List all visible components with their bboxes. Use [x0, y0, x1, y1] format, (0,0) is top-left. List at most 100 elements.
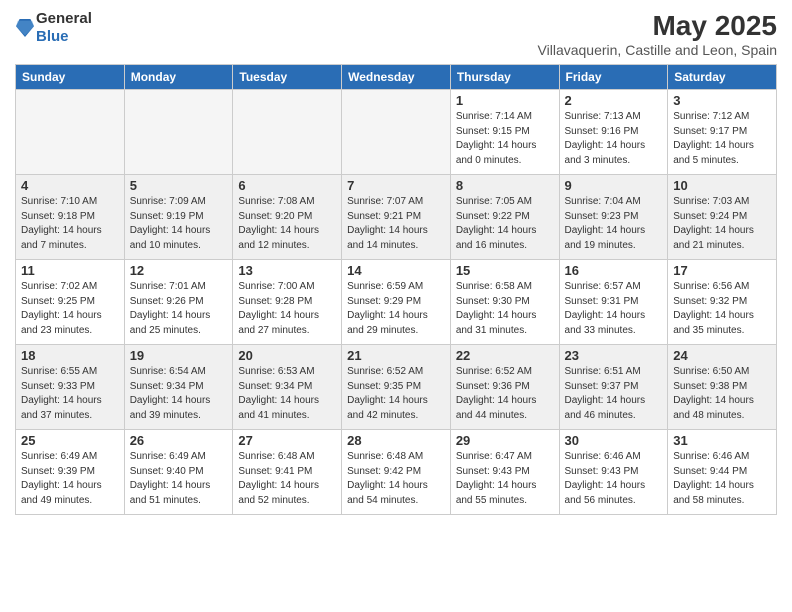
logo: General Blue — [15, 10, 92, 46]
calendar-day-cell: 17Sunrise: 6:56 AM Sunset: 9:32 PM Dayli… — [668, 260, 777, 345]
day-number: 11 — [21, 263, 119, 278]
calendar-day-cell: 18Sunrise: 6:55 AM Sunset: 9:33 PM Dayli… — [16, 345, 125, 430]
day-info: Sunrise: 7:04 AM Sunset: 9:23 PM Dayligh… — [565, 195, 663, 253]
day-number: 2 — [565, 93, 663, 108]
calendar-day-cell: 5 Sunrise: 7:09 AM Sunset: 9:19 PM Daylig… — [124, 175, 233, 260]
calendar-table: SundayMondayTuesdayWednesdayThursdayFrid… — [15, 64, 777, 515]
calendar-day-cell: 10 Sunrise: 7:03 AM Sunset: 9:24 PM Dayli… — [668, 175, 777, 260]
day-info: Sunrise: 6:50 AM Sunset: 9:38 PM Dayligh… — [673, 365, 771, 423]
title-block: May 2025 Villavaquerin, Castille and Leo… — [538, 10, 777, 58]
calendar-day-header: Wednesday — [342, 65, 451, 90]
day-info: Sunrise: 6:59 AM Sunset: 9:29 PM Dayligh… — [347, 280, 445, 338]
day-info: Sunrise: 7:10 AM Sunset: 9:18 PM Dayligh… — [21, 195, 119, 253]
day-info: Sunrise: 6:49 AM Sunset: 9:40 PM Dayligh… — [130, 450, 228, 508]
day-info: Sunrise: 6:46 AM Sunset: 9:43 PM Dayligh… — [565, 450, 663, 508]
day-info: Sunrise: 7:01 AM Sunset: 9:26 PM Dayligh… — [130, 280, 228, 338]
day-info: Sunrise: 6:47 AM Sunset: 9:43 PM Dayligh… — [456, 450, 554, 508]
day-info: Sunrise: 7:12 AM Sunset: 9:17 PM Dayligh… — [673, 110, 771, 168]
day-number: 6 — [238, 178, 336, 193]
day-number: 10 — [673, 178, 771, 193]
calendar-day-header: Thursday — [450, 65, 559, 90]
day-number: 22 — [456, 348, 554, 363]
logo-text: General Blue — [36, 10, 92, 46]
calendar-day-cell: 29Sunrise: 6:47 AM Sunset: 9:43 PM Dayli… — [450, 430, 559, 515]
calendar-week-row: 4 Sunrise: 7:10 AM Sunset: 9:18 PM Daylig… — [16, 175, 777, 260]
calendar-day-cell: 26 Sunrise: 6:49 AM Sunset: 9:40 PM Dayli… — [124, 430, 233, 515]
calendar-day-cell: 25 Sunrise: 6:49 AM Sunset: 9:39 PM Dayli… — [16, 430, 125, 515]
calendar-day-cell: 7Sunrise: 7:07 AM Sunset: 9:21 PM Daylig… — [342, 175, 451, 260]
day-info: Sunrise: 7:14 AM Sunset: 9:15 PM Dayligh… — [456, 110, 554, 168]
day-number: 13 — [238, 263, 336, 278]
calendar-day-cell: 8Sunrise: 7:05 AM Sunset: 9:22 PM Daylig… — [450, 175, 559, 260]
location: Villavaquerin, Castille and Leon, Spain — [538, 42, 777, 58]
day-number: 9 — [565, 178, 663, 193]
day-info: Sunrise: 6:55 AM Sunset: 9:33 PM Dayligh… — [21, 365, 119, 423]
day-info: Sunrise: 6:53 AM Sunset: 9:34 PM Dayligh… — [238, 365, 336, 423]
calendar-day-cell: 30 Sunrise: 6:46 AM Sunset: 9:43 PM Dayli… — [559, 430, 668, 515]
day-info: Sunrise: 7:03 AM Sunset: 9:24 PM Dayligh… — [673, 195, 771, 253]
calendar-day-header: Sunday — [16, 65, 125, 90]
day-info: Sunrise: 7:05 AM Sunset: 9:22 PM Dayligh… — [456, 195, 554, 253]
calendar-day-cell: 14Sunrise: 6:59 AM Sunset: 9:29 PM Dayli… — [342, 260, 451, 345]
day-info: Sunrise: 6:51 AM Sunset: 9:37 PM Dayligh… — [565, 365, 663, 423]
calendar-day-cell: 9 Sunrise: 7:04 AM Sunset: 9:23 PM Daylig… — [559, 175, 668, 260]
calendar-empty-cell — [233, 90, 342, 175]
calendar-day-header: Tuesday — [233, 65, 342, 90]
calendar-week-row: 1 Sunrise: 7:14 AM Sunset: 9:15 PM Daylig… — [16, 90, 777, 175]
day-number: 27 — [238, 433, 336, 448]
day-number: 1 — [456, 93, 554, 108]
calendar-day-header: Friday — [559, 65, 668, 90]
day-number: 28 — [347, 433, 445, 448]
day-number: 4 — [21, 178, 119, 193]
day-number: 26 — [130, 433, 228, 448]
calendar-day-cell: 2Sunrise: 7:13 AM Sunset: 9:16 PM Daylig… — [559, 90, 668, 175]
day-info: Sunrise: 7:09 AM Sunset: 9:19 PM Dayligh… — [130, 195, 228, 253]
calendar-day-cell: 22 Sunrise: 6:52 AM Sunset: 9:36 PM Dayli… — [450, 345, 559, 430]
calendar-week-row: 25 Sunrise: 6:49 AM Sunset: 9:39 PM Dayli… — [16, 430, 777, 515]
day-info: Sunrise: 7:08 AM Sunset: 9:20 PM Dayligh… — [238, 195, 336, 253]
calendar-week-row: 11 Sunrise: 7:02 AM Sunset: 9:25 PM Dayli… — [16, 260, 777, 345]
day-number: 30 — [565, 433, 663, 448]
calendar-empty-cell — [342, 90, 451, 175]
calendar-week-row: 18Sunrise: 6:55 AM Sunset: 9:33 PM Dayli… — [16, 345, 777, 430]
calendar-day-cell: 27 Sunrise: 6:48 AM Sunset: 9:41 PM Dayli… — [233, 430, 342, 515]
calendar-day-cell: 13 Sunrise: 7:00 AM Sunset: 9:28 PM Dayli… — [233, 260, 342, 345]
day-info: Sunrise: 6:49 AM Sunset: 9:39 PM Dayligh… — [21, 450, 119, 508]
day-info: Sunrise: 6:58 AM Sunset: 9:30 PM Dayligh… — [456, 280, 554, 338]
logo-icon — [16, 17, 34, 39]
calendar-day-cell: 23Sunrise: 6:51 AM Sunset: 9:37 PM Dayli… — [559, 345, 668, 430]
day-number: 25 — [21, 433, 119, 448]
calendar-day-cell: 3 Sunrise: 7:12 AM Sunset: 9:17 PM Daylig… — [668, 90, 777, 175]
day-number: 21 — [347, 348, 445, 363]
day-number: 12 — [130, 263, 228, 278]
calendar-day-cell: 28 Sunrise: 6:48 AM Sunset: 9:42 PM Dayli… — [342, 430, 451, 515]
header: General Blue May 2025 Villavaquerin, Cas… — [15, 10, 777, 58]
day-info: Sunrise: 6:57 AM Sunset: 9:31 PM Dayligh… — [565, 280, 663, 338]
day-info: Sunrise: 6:52 AM Sunset: 9:36 PM Dayligh… — [456, 365, 554, 423]
calendar-day-cell: 12 Sunrise: 7:01 AM Sunset: 9:26 PM Dayli… — [124, 260, 233, 345]
day-info: Sunrise: 7:02 AM Sunset: 9:25 PM Dayligh… — [21, 280, 119, 338]
day-info: Sunrise: 6:54 AM Sunset: 9:34 PM Dayligh… — [130, 365, 228, 423]
calendar-day-cell: 19 Sunrise: 6:54 AM Sunset: 9:34 PM Dayli… — [124, 345, 233, 430]
day-info: Sunrise: 6:56 AM Sunset: 9:32 PM Dayligh… — [673, 280, 771, 338]
calendar-day-cell: 1 Sunrise: 7:14 AM Sunset: 9:15 PM Daylig… — [450, 90, 559, 175]
calendar-day-cell: 31 Sunrise: 6:46 AM Sunset: 9:44 PM Dayli… — [668, 430, 777, 515]
calendar-day-header: Monday — [124, 65, 233, 90]
day-info: Sunrise: 6:52 AM Sunset: 9:35 PM Dayligh… — [347, 365, 445, 423]
calendar-day-cell: 4 Sunrise: 7:10 AM Sunset: 9:18 PM Daylig… — [16, 175, 125, 260]
day-info: Sunrise: 6:46 AM Sunset: 9:44 PM Dayligh… — [673, 450, 771, 508]
day-number: 16 — [565, 263, 663, 278]
day-number: 15 — [456, 263, 554, 278]
calendar-empty-cell — [124, 90, 233, 175]
calendar-day-cell: 15 Sunrise: 6:58 AM Sunset: 9:30 PM Dayli… — [450, 260, 559, 345]
day-number: 31 — [673, 433, 771, 448]
month-title: May 2025 — [538, 10, 777, 42]
page: General Blue May 2025 Villavaquerin, Cas… — [0, 0, 792, 612]
day-info: Sunrise: 6:48 AM Sunset: 9:42 PM Dayligh… — [347, 450, 445, 508]
day-info: Sunrise: 6:48 AM Sunset: 9:41 PM Dayligh… — [238, 450, 336, 508]
day-number: 19 — [130, 348, 228, 363]
day-number: 3 — [673, 93, 771, 108]
day-number: 5 — [130, 178, 228, 193]
day-info: Sunrise: 7:00 AM Sunset: 9:28 PM Dayligh… — [238, 280, 336, 338]
day-number: 24 — [673, 348, 771, 363]
